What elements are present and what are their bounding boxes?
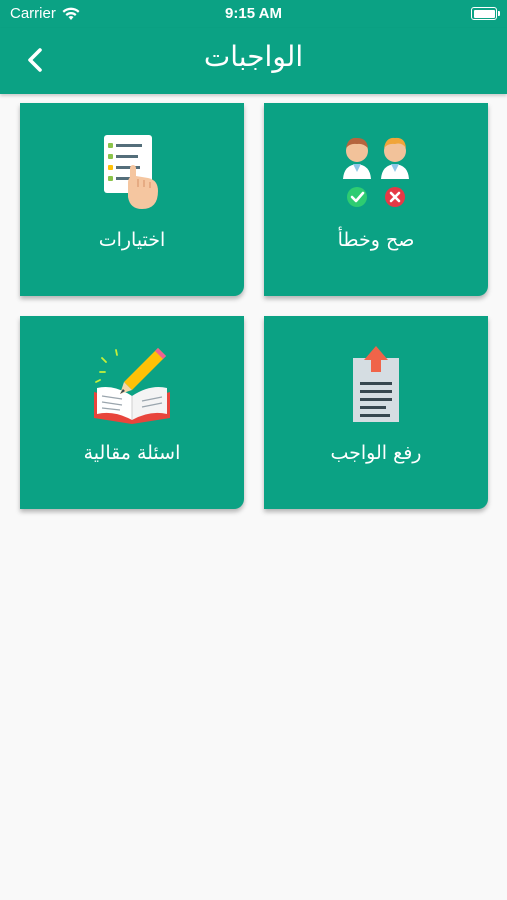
status-bar: Carrier 9:15 AM (0, 0, 507, 28)
card-true-false[interactable]: صح وخطأ (264, 103, 488, 296)
document-upload-icon (353, 346, 399, 422)
true-false-people-icon (343, 137, 409, 207)
card-upload-homework[interactable]: رفع الواجب (264, 316, 488, 509)
checklist-hand-icon (104, 135, 158, 209)
battery-icon (471, 7, 500, 20)
card-label: اسئلة مقالية (83, 442, 181, 464)
clock: 9:15 AM (225, 5, 282, 22)
page-title: الواجبات (203, 40, 304, 73)
book-pencil-icon (94, 348, 170, 424)
navigation-bar: الواجبات (0, 28, 507, 94)
card-multiple-choice[interactable]: اختيارات (20, 103, 244, 296)
card-label: اختيارات (98, 229, 166, 251)
card-label: رفع الواجب (330, 442, 422, 464)
card-essay-questions[interactable]: اسئلة مقالية (20, 316, 244, 509)
card-label: صح وخطأ (337, 229, 415, 251)
